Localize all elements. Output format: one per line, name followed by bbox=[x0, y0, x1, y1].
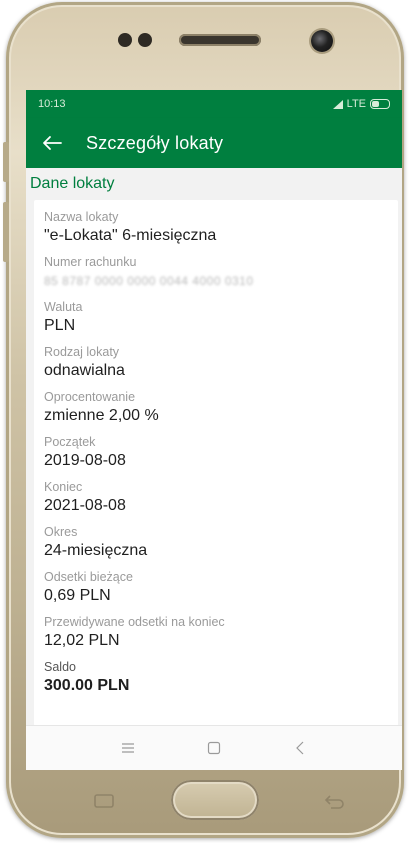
section-title: Dane lokaty bbox=[26, 168, 402, 200]
status-time: 10:13 bbox=[38, 98, 66, 110]
back-button[interactable] bbox=[38, 129, 66, 157]
volume-button bbox=[3, 142, 9, 182]
field-name: Nazwa lokaty "e-Lokata" 6-miesięczna bbox=[44, 206, 388, 251]
field-value: 0,69 PLN bbox=[44, 587, 111, 604]
field-label: Nazwa lokaty bbox=[44, 210, 119, 224]
status-indicators: LTE bbox=[332, 98, 390, 110]
field-expected-interest: Przewidywane odsetki na koniec 12,02 PLN bbox=[44, 611, 388, 656]
field-value: odnawialna bbox=[44, 362, 125, 379]
home-button[interactable] bbox=[202, 736, 226, 760]
field-current-interest: Odsetki bieżące 0,69 PLN bbox=[44, 566, 388, 611]
field-value: PLN bbox=[44, 317, 76, 334]
status-bar: 10:13 LTE bbox=[26, 90, 402, 118]
account-number-value: 85 8787 0000 0000 0044 4000 0310 bbox=[44, 274, 254, 288]
sensor-dot bbox=[138, 33, 152, 47]
field-value: 24-miesięczna bbox=[44, 542, 148, 559]
field-account-number: Numer rachunku 85 8787 0000 0000 0044 40… bbox=[44, 251, 388, 296]
field-value: 2019-08-08 bbox=[44, 452, 126, 469]
field-start-date: Początek 2019-08-08 bbox=[44, 431, 388, 476]
field-period: Okres 24-miesięczna bbox=[44, 521, 388, 566]
field-balance: Saldo 300.00 PLN bbox=[44, 656, 388, 701]
sensor-dot bbox=[118, 33, 132, 47]
field-label: Waluta bbox=[44, 300, 83, 314]
details-card: Nazwa lokaty "e-Lokata" 6-miesięczna Num… bbox=[34, 200, 398, 726]
field-end-date: Koniec 2021-08-08 bbox=[44, 476, 388, 521]
field-currency: Waluta PLN bbox=[44, 296, 388, 341]
front-camera bbox=[311, 30, 333, 52]
back-nav-icon bbox=[296, 741, 304, 755]
field-value: "e-Lokata" 6-miesięczna bbox=[44, 227, 217, 244]
field-value: 12,02 PLN bbox=[44, 632, 120, 649]
field-label: Koniec bbox=[44, 480, 83, 494]
physical-home-button[interactable] bbox=[171, 780, 259, 820]
arrow-left-icon bbox=[43, 136, 62, 150]
balance-value: 300.00 PLN bbox=[44, 677, 130, 694]
signal-icon bbox=[332, 99, 343, 109]
system-nav-bar bbox=[26, 725, 402, 770]
field-value: zmienne 2,00 % bbox=[44, 407, 159, 424]
field-label: Numer rachunku bbox=[44, 255, 137, 269]
recents-button[interactable] bbox=[116, 736, 140, 760]
screen: 10:13 LTE Szczegóły lokaty Dane lokaty N… bbox=[26, 90, 402, 770]
field-label: Rodzaj lokaty bbox=[44, 345, 120, 359]
field-label: Oprocentowanie bbox=[44, 390, 136, 404]
hardware-back-icon bbox=[324, 795, 344, 809]
field-label: Saldo bbox=[44, 660, 76, 674]
field-label: Początek bbox=[44, 435, 96, 449]
recents-icon bbox=[122, 743, 134, 753]
field-label: Okres bbox=[44, 525, 78, 539]
home-icon bbox=[207, 741, 221, 755]
page-title: Szczegóły lokaty bbox=[86, 132, 224, 153]
field-interest-rate: Oprocentowanie zmienne 2,00 % bbox=[44, 386, 388, 431]
field-label: Przewidywane odsetki na koniec bbox=[44, 615, 225, 629]
phone-frame: 10:13 LTE Szczegóły lokaty Dane lokaty N… bbox=[3, 2, 404, 838]
battery-icon bbox=[370, 99, 390, 109]
speaker-grille bbox=[179, 34, 261, 46]
hardware-recents-icon bbox=[94, 794, 114, 808]
back-nav-button[interactable] bbox=[288, 736, 312, 760]
app-bar: Szczegóły lokaty bbox=[26, 118, 402, 168]
volume-button bbox=[3, 202, 9, 262]
field-deposit-type: Rodzaj lokaty odnawialna bbox=[44, 341, 388, 386]
field-value: 2021-08-08 bbox=[44, 497, 126, 514]
field-label: Odsetki bieżące bbox=[44, 570, 133, 584]
network-label: LTE bbox=[346, 98, 366, 110]
